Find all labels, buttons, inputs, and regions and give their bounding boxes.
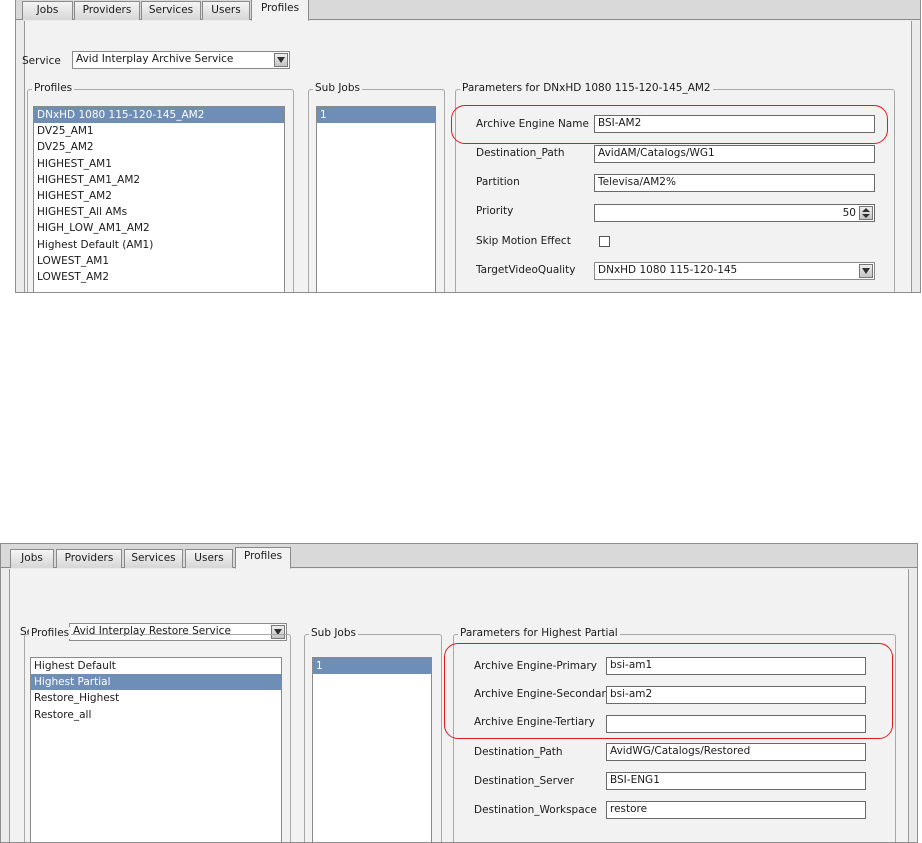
chevron-down-icon[interactable] xyxy=(859,264,873,278)
tab-profiles[interactable]: Profiles xyxy=(235,547,291,569)
subjobs-list[interactable]: 1 xyxy=(312,657,432,842)
destination-path-field[interactable]: AvidWG/Catalogs/Restored xyxy=(606,743,866,761)
list-item[interactable]: Restore_all xyxy=(31,707,281,723)
list-item[interactable]: HIGHEST_AM1 xyxy=(34,156,284,172)
parameters-group-title: Parameters for Highest Partial xyxy=(458,627,620,639)
parameters-group: Parameters for Highest Partial Archive E… xyxy=(453,627,896,842)
priority-value: 50 xyxy=(842,207,856,219)
destination-workspace-field[interactable]: restore xyxy=(606,801,866,819)
list-item[interactable]: 1 xyxy=(313,658,431,675)
archive-engine-primary-label: Archive Engine-Primary xyxy=(474,660,597,672)
skip-motion-effect-label: Skip Motion Effect xyxy=(476,235,571,247)
profiles-group-title: Profiles xyxy=(32,82,75,94)
partition-label: Partition xyxy=(476,176,520,188)
destination-server-label: Destination_Server xyxy=(474,775,574,787)
chevron-down-icon[interactable] xyxy=(274,53,288,67)
archive-engine-name-field[interactable]: BSI-AM2 xyxy=(594,115,875,133)
destination-path-field[interactable]: AvidAM/Catalogs/WG1 xyxy=(594,145,875,163)
target-video-quality-select[interactable]: DNxHD 1080 115-120-145 xyxy=(594,262,875,280)
tab-users[interactable]: Users xyxy=(202,1,250,20)
tab-bar: Jobs Providers Services Users Profiles xyxy=(16,0,920,21)
list-item[interactable]: DV25_AM1 xyxy=(34,123,284,139)
tab-bar: Jobs Providers Services Users Profiles xyxy=(1,544,917,569)
subjobs-group-title: Sub Jobs xyxy=(309,627,358,639)
parameters-group-title: Parameters for DNxHD 1080 115-120-145_AM… xyxy=(460,82,713,94)
list-item[interactable]: HIGHEST_AM1_AM2 xyxy=(34,172,284,188)
list-item[interactable]: 1 xyxy=(317,107,435,124)
profiles-list[interactable]: DNxHD 1080 115-120-145_AM2 DV25_AM1 DV25… xyxy=(33,106,285,292)
destination-path-label: Destination_Path xyxy=(474,746,563,758)
subjobs-group: Sub Jobs 1 xyxy=(304,627,442,842)
destination-server-field[interactable]: BSI-ENG1 xyxy=(606,772,866,790)
profiles-group: Profiles Highest Default Highest Partial… xyxy=(24,627,291,842)
list-item[interactable]: Highest Partial xyxy=(31,674,281,691)
subjobs-list[interactable]: 1 xyxy=(316,106,436,292)
priority-label: Priority xyxy=(476,205,514,217)
list-item[interactable]: HIGHEST_AM2 xyxy=(34,188,284,204)
target-video-quality-value: DNxHD 1080 115-120-145 xyxy=(598,264,738,276)
list-item[interactable]: DV25_AM2 xyxy=(34,139,284,155)
tab-jobs[interactable]: Jobs xyxy=(10,549,54,568)
archive-profiles-panel: Jobs Providers Services Users Profiles S… xyxy=(15,0,921,293)
list-item[interactable]: Highest Default xyxy=(31,658,281,674)
destination-path-label: Destination_Path xyxy=(476,147,565,159)
list-item[interactable]: HIGHEST_All AMs xyxy=(34,204,284,220)
stepper-arrows-icon[interactable] xyxy=(859,206,873,220)
subjobs-group: Sub Jobs 1 xyxy=(308,82,445,292)
tab-providers[interactable]: Providers xyxy=(56,549,122,568)
list-item[interactable]: Restore_Highest xyxy=(31,690,281,706)
archive-engine-tertiary-label: Archive Engine-Tertiary xyxy=(474,716,595,728)
list-item[interactable]: LOWEST_AM1 xyxy=(34,253,284,269)
restore-profiles-panel: Jobs Providers Services Users Profiles S… xyxy=(0,543,918,843)
profiles-content: Service Avid Interplay Restore Service P… xyxy=(9,569,909,842)
destination-workspace-label: Destination_Workspace xyxy=(474,804,597,816)
profiles-group: Profiles DNxHD 1080 115-120-145_AM2 DV25… xyxy=(27,82,294,292)
profiles-list[interactable]: Highest Default Highest Partial Restore_… xyxy=(30,657,282,842)
tab-jobs[interactable]: Jobs xyxy=(22,1,73,20)
tab-providers[interactable]: Providers xyxy=(74,1,140,20)
archive-engine-primary-field[interactable]: bsi-am1 xyxy=(606,657,866,675)
archive-engine-tertiary-field[interactable] xyxy=(606,715,866,733)
profiles-content: Service Avid Interplay Archive Service P… xyxy=(22,21,912,292)
parameters-group: Parameters for DNxHD 1080 115-120-145_AM… xyxy=(455,82,895,292)
profiles-group-title: Profiles xyxy=(29,627,72,639)
list-item[interactable]: HIGH_LOW_AM1_AM2 xyxy=(34,220,284,236)
archive-engine-secondary-label: Archive Engine-Secondary xyxy=(474,688,613,700)
partition-field[interactable]: Televisa/AM2% xyxy=(594,174,875,192)
tab-services[interactable]: Services xyxy=(141,1,201,20)
target-video-quality-label: TargetVideoQuality xyxy=(476,264,576,276)
priority-stepper[interactable]: 50 xyxy=(594,204,875,222)
service-select[interactable]: Avid Interplay Archive Service xyxy=(72,51,290,69)
service-label: Service xyxy=(22,55,61,67)
list-item[interactable]: DNxHD 1080 115-120-145_AM2 xyxy=(34,107,284,124)
list-item[interactable]: Highest Default (AM1) xyxy=(34,237,284,253)
service-select-value: Avid Interplay Archive Service xyxy=(76,53,234,65)
skip-motion-effect-checkbox[interactable] xyxy=(599,236,610,247)
tab-services[interactable]: Services xyxy=(124,549,183,568)
tab-users[interactable]: Users xyxy=(185,549,233,568)
archive-engine-secondary-field[interactable]: bsi-am2 xyxy=(606,686,866,704)
subjobs-group-title: Sub Jobs xyxy=(313,82,362,94)
archive-engine-name-label: Archive Engine Name xyxy=(476,118,589,130)
list-item[interactable]: LOWEST_AM2 xyxy=(34,269,284,285)
tab-profiles[interactable]: Profiles xyxy=(251,0,309,21)
